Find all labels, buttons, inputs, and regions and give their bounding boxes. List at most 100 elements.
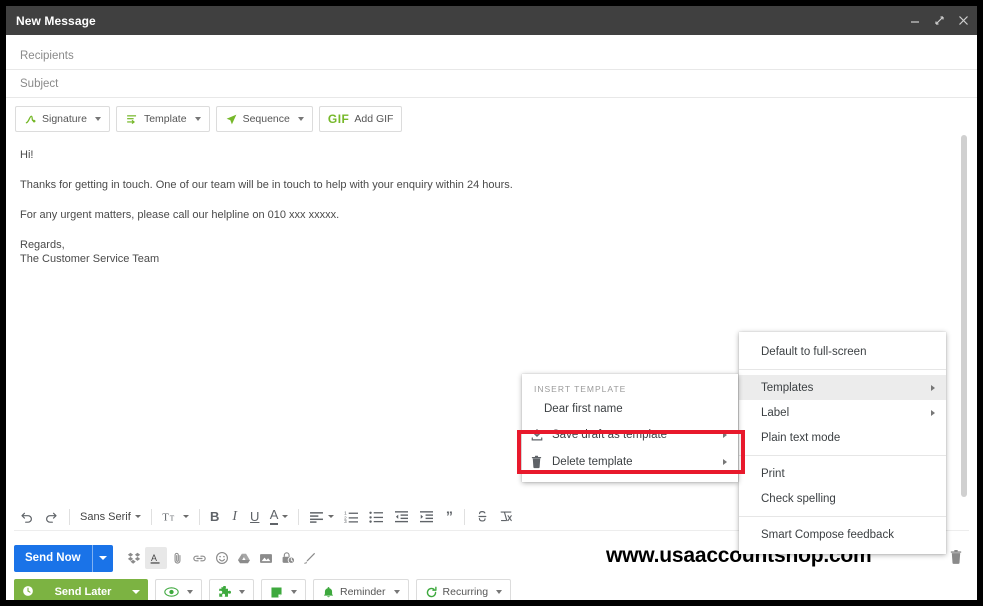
- confidential-mode-icon[interactable]: [277, 547, 299, 569]
- chevron-down-icon[interactable]: [496, 590, 503, 594]
- insert-template-header: INSERT TEMPLATE: [534, 384, 627, 394]
- recipients-field[interactable]: Recipients: [6, 42, 977, 70]
- menu-item-check-spelling[interactable]: Check spelling: [739, 486, 946, 511]
- submenu-arrow-icon: [723, 432, 727, 438]
- chevron-down-icon[interactable]: [134, 515, 141, 518]
- bulleted-list-button[interactable]: [364, 504, 389, 530]
- sequence-icon: [225, 113, 238, 126]
- expand-icon[interactable]: [934, 15, 945, 26]
- signature-label: Signature: [42, 113, 87, 125]
- trash-icon: [530, 455, 552, 469]
- chevron-down-icon[interactable]: [132, 590, 140, 594]
- signature-pen-icon[interactable]: [299, 547, 321, 569]
- chevron-down-icon[interactable]: [282, 515, 289, 518]
- insert-template-menu: INSERT TEMPLATE Dear first name Save dra…: [522, 374, 738, 482]
- dropbox-icon[interactable]: [123, 547, 145, 569]
- submenu-arrow-icon: [931, 409, 935, 416]
- reminder-button[interactable]: Reminder: [313, 578, 409, 600]
- menu-item-label: Save draft as template: [552, 429, 668, 441]
- svg-text:T: T: [169, 514, 174, 523]
- align-button[interactable]: [304, 504, 339, 530]
- recipients-placeholder: Recipients: [20, 49, 74, 62]
- svg-text:3: 3: [344, 519, 347, 523]
- menu-item-label: Check spelling: [761, 492, 836, 505]
- remove-formatting-button[interactable]: [494, 504, 518, 530]
- menu-item-plain-text-mode[interactable]: Plain text mode: [739, 425, 946, 450]
- underline-button[interactable]: U: [245, 504, 265, 530]
- note-button[interactable]: [261, 578, 306, 600]
- chevron-down-icon[interactable]: [328, 515, 335, 518]
- template-button[interactable]: Template: [115, 106, 210, 132]
- menu-item-label: Default to full-screen: [761, 345, 867, 358]
- toolbar-divider: [69, 508, 70, 525]
- tracking-button[interactable]: [155, 578, 202, 600]
- font-size-selector[interactable]: TT: [157, 504, 194, 530]
- minimize-icon[interactable]: [910, 15, 921, 26]
- numbered-list-button[interactable]: 123: [339, 504, 364, 530]
- more-options-menu: Default to full-screen Templates Label P…: [739, 332, 946, 554]
- menu-item-print[interactable]: Print: [739, 461, 946, 486]
- clock-icon: [22, 585, 34, 600]
- body-signoff-1: Regards,: [20, 238, 65, 251]
- menu-item-label: Templates: [761, 381, 814, 394]
- puzzle-button[interactable]: [209, 578, 254, 600]
- add-gif-button[interactable]: GIF Add GIF: [318, 106, 403, 132]
- subject-field[interactable]: Subject: [6, 70, 977, 98]
- indent-less-button[interactable]: [389, 504, 414, 530]
- menu-item-label[interactable]: Label: [739, 400, 946, 425]
- insert-photo-icon[interactable]: [255, 547, 277, 569]
- svg-text:T: T: [162, 513, 169, 523]
- body-paragraph-2: For any urgent matters, please call our …: [20, 208, 340, 221]
- menu-item-templates[interactable]: Templates: [739, 375, 946, 400]
- chevron-down-icon[interactable]: [297, 117, 304, 121]
- bold-button[interactable]: B: [205, 504, 225, 530]
- toolbar-divider: [150, 508, 152, 525]
- menu-item-label: Print: [761, 467, 785, 480]
- puzzle-icon: [218, 585, 231, 599]
- menu-item-label: Label: [761, 406, 790, 419]
- signature-button[interactable]: Signature: [15, 106, 110, 132]
- google-drive-icon[interactable]: [233, 547, 255, 569]
- discard-draft-icon[interactable]: [949, 549, 963, 570]
- chevron-down-icon[interactable]: [393, 590, 400, 594]
- gif-icon: GIF: [327, 112, 350, 126]
- close-icon[interactable]: [958, 15, 969, 26]
- recurring-button[interactable]: Recurring: [415, 578, 512, 600]
- indent-more-button[interactable]: [414, 504, 439, 530]
- attach-file-icon[interactable]: [167, 547, 189, 569]
- redo-icon[interactable]: [39, 504, 64, 530]
- chevron-down-icon[interactable]: [194, 117, 201, 121]
- menu-item-dear-first-name[interactable]: Dear first name: [522, 396, 738, 421]
- italic-button[interactable]: I: [225, 504, 245, 530]
- insert-link-icon[interactable]: [189, 547, 211, 569]
- toolbar-divider: [464, 508, 466, 525]
- font-family-selector[interactable]: Sans Serif: [75, 504, 146, 530]
- send-now-dropdown[interactable]: [93, 545, 113, 572]
- toolbar-divider: [198, 508, 200, 525]
- submenu-arrow-icon: [723, 459, 727, 465]
- quote-button[interactable]: ”: [439, 504, 459, 530]
- menu-item-delete-template[interactable]: Delete template: [522, 449, 738, 475]
- sequence-button[interactable]: Sequence: [215, 106, 313, 132]
- menu-item-save-draft-as-template[interactable]: Save draft as template: [522, 421, 738, 449]
- undo-icon[interactable]: [14, 504, 39, 530]
- send-now-button[interactable]: Send Now: [14, 544, 113, 572]
- chevron-down-icon[interactable]: [187, 590, 193, 594]
- body-paragraph-1: Thanks for getting in touch. One of our …: [20, 178, 513, 191]
- chevron-down-icon[interactable]: [239, 590, 245, 594]
- chevron-down-icon[interactable]: [94, 117, 101, 121]
- compose-title: New Message: [16, 13, 96, 28]
- recurring-label: Recurring: [442, 586, 489, 598]
- chevron-down-icon[interactable]: [182, 515, 189, 518]
- body-scrollbar-thumb[interactable]: [961, 135, 967, 497]
- recurring-icon: [425, 586, 438, 599]
- text-color-button[interactable]: A: [265, 504, 294, 530]
- strikethrough-button[interactable]: [470, 504, 494, 530]
- send-later-button[interactable]: Send Later: [14, 578, 148, 600]
- menu-item-smart-compose-feedback[interactable]: Smart Compose feedback: [739, 522, 946, 547]
- text-format-icon[interactable]: A: [144, 547, 167, 569]
- svg-text:A: A: [151, 552, 157, 562]
- menu-item-default-fullscreen[interactable]: Default to full-screen: [739, 339, 946, 364]
- insert-emoji-icon[interactable]: [211, 547, 233, 569]
- chevron-down-icon[interactable]: [291, 590, 297, 594]
